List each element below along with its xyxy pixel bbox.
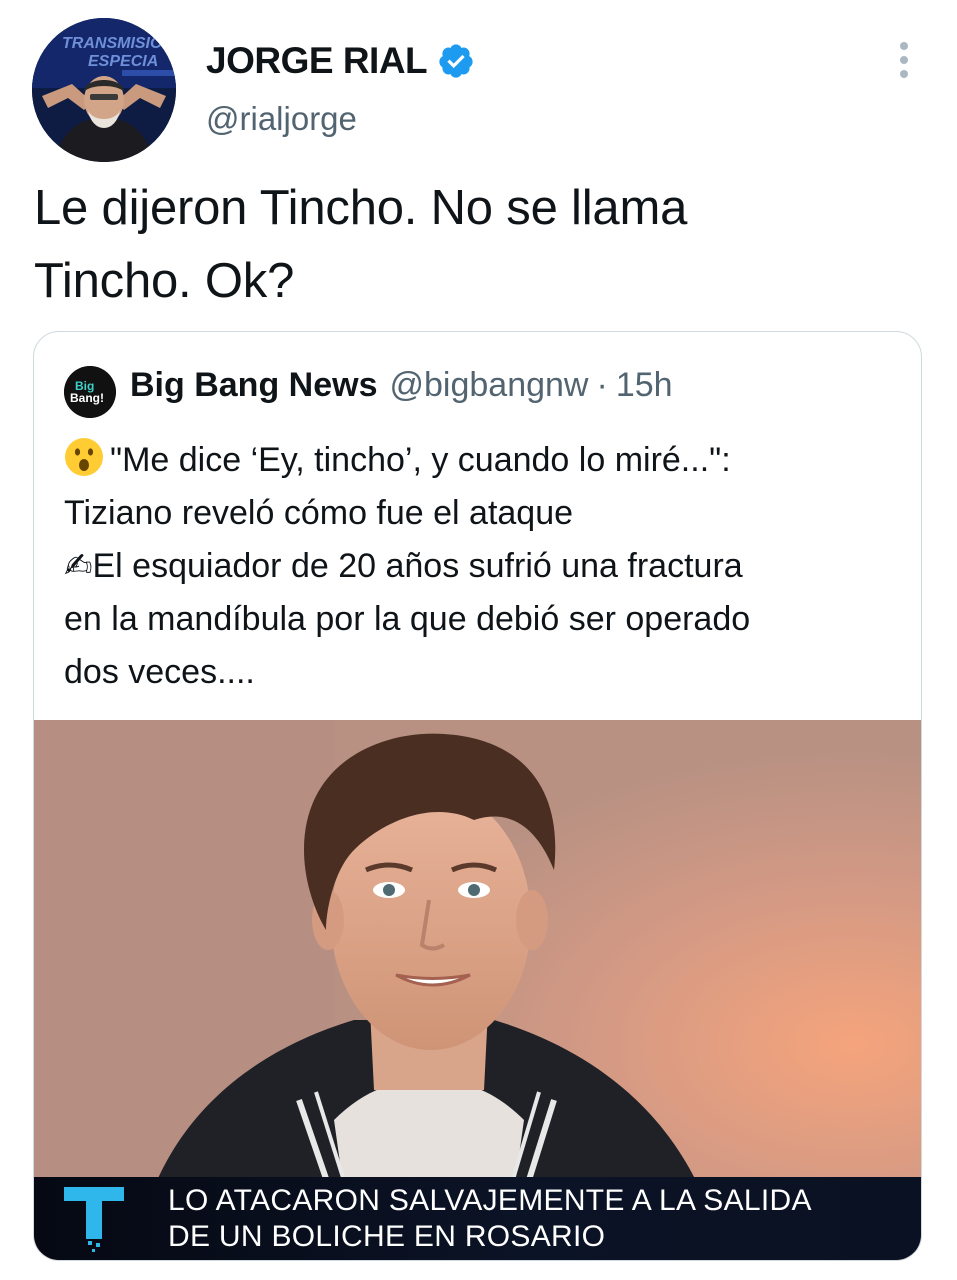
news-caption-line2: DE UN BOLICHE EN ROSARIO <box>168 1220 606 1253</box>
author-avatar-image: TRANSMISIÓ ESPECIA <box>32 18 176 162</box>
avatar-overlay-line1: TRANSMISIÓ <box>62 33 163 52</box>
verified-badge-icon <box>439 44 473 78</box>
quote-text-line5: dos veces.... <box>64 653 255 691</box>
bigbang-logo-icon: Big Bang! <box>64 366 116 418</box>
tweet-text: Le dijeron Tincho. No se llama Tincho. O… <box>34 172 914 318</box>
quote-author-name[interactable]: Big Bang News <box>130 366 377 405</box>
channel-t-logo-icon <box>64 1187 124 1252</box>
quote-text: "Me dice ‘Ey, tincho’, y cuando lo miré.… <box>64 434 904 699</box>
quote-text-line2: Tiziano reveló cómo fue el ataque <box>64 494 574 532</box>
news-caption-line1: LO ATACARON SALVAJEMENTE A LA SALIDA <box>168 1184 812 1217</box>
quoted-tweet-card[interactable]: Big Bang! Big Bang News @bigbangnw · 15h… <box>33 331 922 1261</box>
surprised-face-emoji-icon <box>65 438 103 476</box>
quote-separator: · <box>596 366 608 404</box>
author-name-row: JORGE RIAL <box>206 40 475 82</box>
quote-media-image[interactable]: LO ATACARON SALVAJEMENTE A LA SALIDA DE … <box>34 720 921 1260</box>
author-handle[interactable]: @rialjorge <box>206 100 357 138</box>
news-lower-third: LO ATACARON SALVAJEMENTE A LA SALIDA DE … <box>34 1177 921 1260</box>
quote-author-handle[interactable]: @bigbangnw <box>389 366 588 405</box>
author-name[interactable]: JORGE RIAL <box>206 40 428 82</box>
quote-text-line4: en la mandíbula por la que debió ser ope… <box>64 600 751 638</box>
avatar-overlay-line2: ESPECIA <box>88 53 158 70</box>
quote-author-avatar[interactable]: Big Bang! <box>64 366 116 418</box>
tweet-text-line: Le dijeron Tincho. No se llama <box>34 181 688 235</box>
author-avatar[interactable]: TRANSMISIÓ ESPECIA <box>32 18 176 162</box>
more-vertical-icon <box>900 42 908 78</box>
news-caption: LO ATACARON SALVAJEMENTE A LA SALIDA DE … <box>168 1183 908 1255</box>
more-options-button[interactable] <box>893 40 915 82</box>
quote-text-line1: "Me dice ‘Ey, tincho’, y cuando lo miré.… <box>110 441 731 479</box>
quote-timestamp[interactable]: 15h <box>616 366 673 405</box>
quote-text-line: "Me dice ‘Ey, tincho’, y cuando lo miré.… <box>64 434 904 487</box>
quote-header: Big Bang News @bigbangnw · 15h <box>130 366 673 405</box>
tweet-text-line: Tincho. Ok? <box>34 254 295 308</box>
quote-avatar-text-line2: Bang! <box>70 391 104 405</box>
quote-text-line3: ✍El esquiador de 20 años sufrió una frac… <box>64 547 743 585</box>
